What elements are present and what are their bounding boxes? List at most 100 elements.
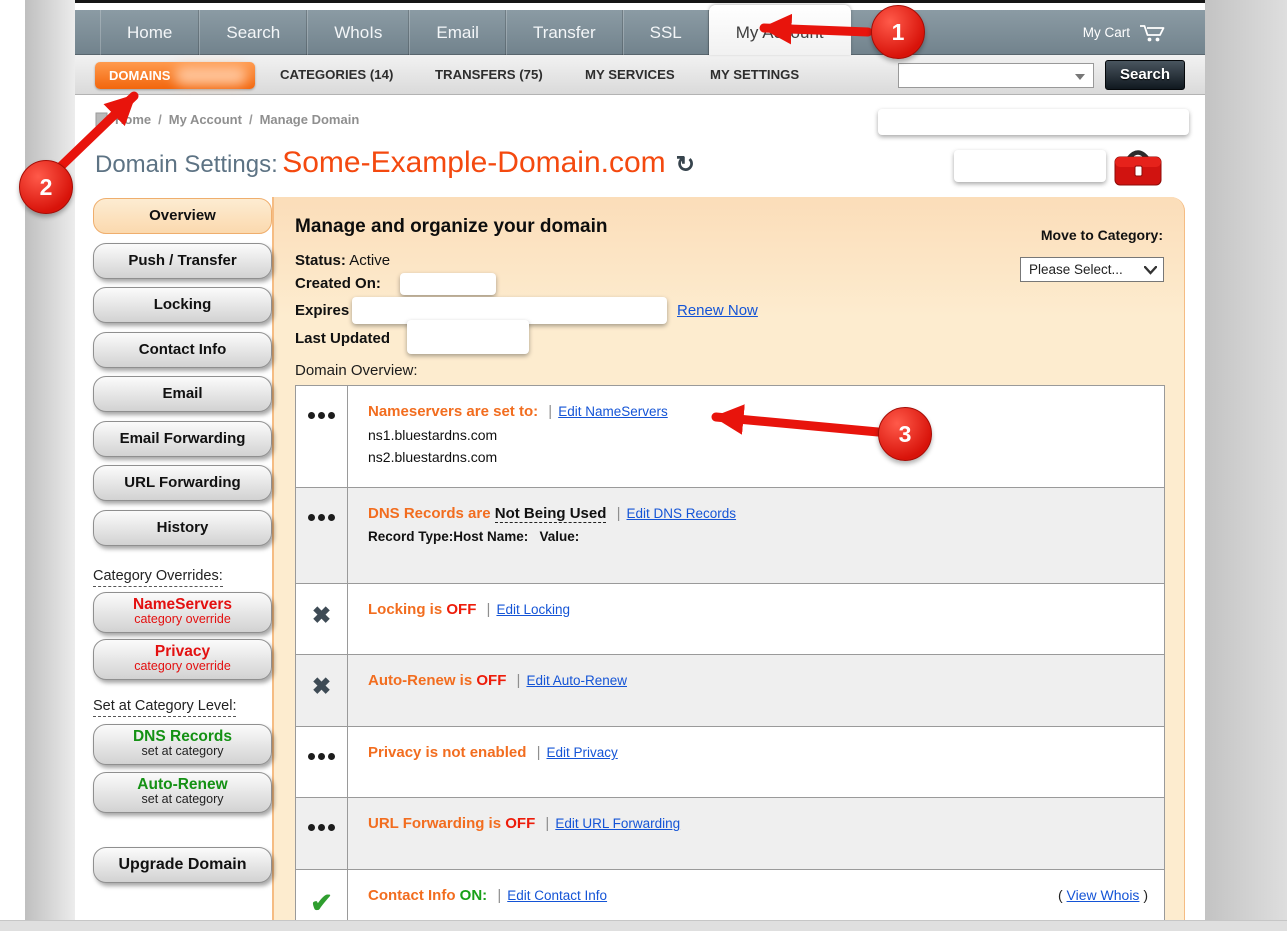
content-heading: Manage and organize your domain [295,216,608,238]
redacted-created-date [400,273,496,295]
separator: | [517,672,521,689]
subnav-domains-button[interactable]: DOMAINS [95,62,255,89]
nameserver-1: ns1.bluestardns.com [368,425,1148,447]
toolbox-icon[interactable] [1112,145,1164,192]
my-cart-button[interactable]: My Cart [1083,10,1165,55]
edit-contact-info-link[interactable]: Edit Contact Info [507,888,607,903]
subnav-categories[interactable]: CATEGORIES (14) [280,55,393,95]
breadcrumb-manage-domain[interactable]: Manage Domain [260,112,360,127]
sidebar-item-history[interactable]: History [93,510,272,546]
category-subtitle: set at category [94,793,271,807]
select-chevron-down-icon [1144,266,1157,275]
table-row-nameservers: Nameservers are set to: | Edit NameServer… [296,386,1164,488]
refresh-icon[interactable]: ↻ [676,151,695,177]
nav-tab-ssl[interactable]: SSL [623,10,709,55]
row-heading: DNS Records are [368,505,491,522]
edit-dns-records-link[interactable]: Edit DNS Records [627,506,737,521]
top-border-bar [75,0,1205,3]
created-row: Created On: [295,275,381,292]
sidebar-item-nameservers-override[interactable]: NameServers category override [93,592,272,633]
nav-tab-my-account[interactable]: My Account [709,5,851,55]
redacted-box-title-right [954,150,1106,182]
edit-url-forwarding-link[interactable]: Edit URL Forwarding [555,816,680,831]
separator: | [548,403,552,420]
nav-tab-email[interactable]: Email [409,10,506,55]
edit-locking-link[interactable]: Edit Locking [496,602,570,617]
sidebar-item-overview[interactable]: Overview [93,198,272,234]
sidebar-item-auto-renew-category[interactable]: Auto-Renew set at category [93,772,272,813]
override-title: Privacy [94,643,271,660]
account-sub-navigation: DOMAINS CATEGORIES (14) TRANSFERS (75) M… [75,55,1205,95]
separator: | [617,505,621,522]
sidebar-item-push-transfer[interactable]: Push / Transfer [93,243,272,279]
category-overrides-label[interactable]: Category Overrides: [93,568,223,584]
domain-overview-table: Nameservers are set to: | Edit NameServer… [295,385,1165,920]
view-whois-link[interactable]: View Whois [1067,887,1140,903]
upgrade-domain-button[interactable]: Upgrade Domain [93,847,272,883]
redacted-box-top-right [878,109,1189,135]
table-row-contact-info: ✔ Contact Info ON: |Edit Contact Info ( … [296,870,1164,920]
row-heading: Nameservers are set to: [368,403,538,420]
nav-tab-transfer[interactable]: Transfer [506,10,623,55]
sidebar-item-dns-records-category[interactable]: DNS Records set at category [93,724,272,765]
dots-icon [296,727,348,797]
edit-nameservers-link[interactable]: Edit NameServers [558,404,668,419]
category-subtitle: set at category [94,745,271,759]
status-row: Status: Active [295,252,390,269]
breadcrumb-home[interactable]: Home [115,112,151,127]
breadcrumb: Home / My Account / Manage Domain [95,112,359,127]
url-forwarding-status: OFF [505,815,535,832]
sidebar-item-locking[interactable]: Locking [93,287,272,323]
domain-search-combobox[interactable] [898,63,1094,88]
table-row-privacy: Privacy is not enabled | Edit Privacy [296,727,1164,798]
sidebar-item-email-forwarding[interactable]: Email Forwarding [93,421,272,457]
breadcrumb-separator: / [249,112,253,127]
status-label: Status: [295,252,346,269]
nav-tab-home[interactable]: Home [100,10,199,55]
table-row-url-forwarding: URL Forwarding is OFF |Edit URL Forwardi… [296,798,1164,870]
subnav-my-settings[interactable]: MY SETTINGS [710,55,799,95]
sidebar-item-email[interactable]: Email [93,376,272,412]
status-value: Active [349,252,390,269]
breadcrumb-my-account[interactable]: My Account [169,112,242,127]
subnav-search-button[interactable]: Search [1105,60,1185,90]
breadcrumb-page-icon [95,112,108,127]
nav-tab-search[interactable]: Search [199,10,307,55]
sidebar-item-contact-info[interactable]: Contact Info [93,332,272,368]
separator: | [545,815,549,832]
dots-icon [296,488,348,583]
dots-icon [296,798,348,869]
table-row-auto-renew: ✖ Auto-Renew is OFF |Edit Auto-Renew [296,655,1164,727]
sidebar-item-privacy-override[interactable]: Privacy category override [93,639,272,680]
category-overrides-text: Category Overrides: [93,568,223,587]
separator: | [537,744,541,761]
row-heading: Privacy is not enabled [368,744,526,761]
annotation-circle-2: 2 [19,160,73,214]
sidebar-item-url-forwarding[interactable]: URL Forwarding [93,465,272,501]
move-to-category-label: Move to Category: [1000,227,1163,243]
domain-overview-label: Domain Overview: [295,362,418,379]
renew-now-link[interactable]: Renew Now [677,302,758,319]
table-row-dns-records: DNS Records are Not Being Used |Edit DNS… [296,488,1164,584]
subnav-transfers[interactable]: TRANSFERS (75) [435,55,543,95]
locking-status: OFF [446,601,476,618]
category-title: Auto-Renew [94,776,271,793]
edit-privacy-link[interactable]: Edit Privacy [546,745,617,760]
move-to-category-select[interactable]: Please Select... [1020,257,1164,282]
row-heading: Locking is [368,601,442,618]
page-right-margin [1205,0,1287,931]
updated-label: Last Updated [295,330,390,347]
updated-row: Last Updated [295,330,390,347]
my-cart-label: My Cart [1083,25,1130,40]
row-heading: Auto-Renew is [368,672,472,689]
nav-tab-whois[interactable]: WhoIs [307,10,409,55]
combobox-dropdown-arrow-icon[interactable] [1075,74,1085,80]
x-icon: ✖ [296,655,348,726]
override-subtitle: category override [94,613,271,627]
subnav-my-services[interactable]: MY SERVICES [585,55,675,95]
dots-icon [296,386,348,487]
set-at-category-label[interactable]: Set at Category Level: [93,698,236,714]
edit-auto-renew-link[interactable]: Edit Auto-Renew [526,673,627,688]
separator: | [487,601,491,618]
viewport-bottom-strip [0,920,1287,931]
